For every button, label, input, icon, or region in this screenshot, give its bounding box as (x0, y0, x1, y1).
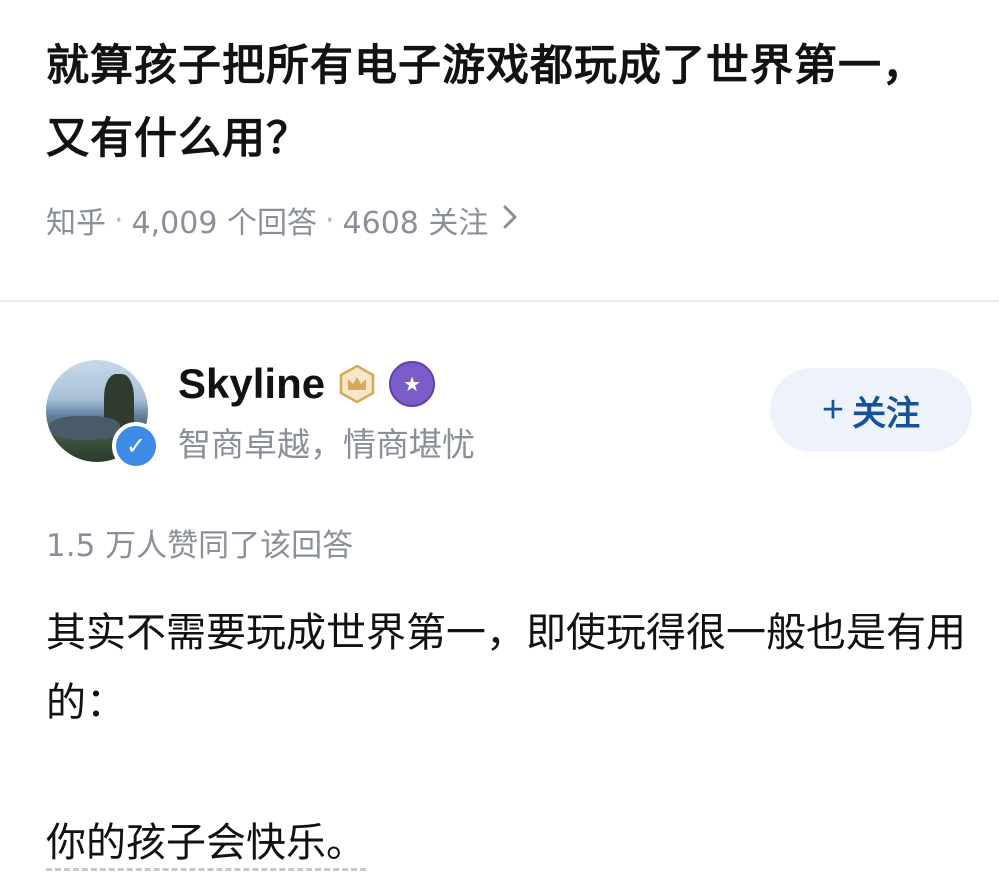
star-badge-icon[interactable]: ★ (389, 361, 436, 407)
author-row: ✓ Skyline ★ 智商卓越，情商堪忧 + 关注 (46, 360, 976, 470)
answer-content[interactable]: 其实不需要玩成世界第一，即使玩得很一般也是有用的： 你的孩子会快乐。 (46, 598, 966, 878)
verified-check-icon: ✓ (112, 422, 160, 470)
question-meta[interactable]: 知乎 · 4,009 个回答 · 4608 关注 (46, 198, 966, 242)
author-name-row: Skyline ★ (178, 360, 436, 408)
follow-label: 关注 (852, 394, 921, 433)
avatar[interactable]: ✓ (46, 360, 160, 470)
likes-count: 1.5 万人赞同了该回答 (46, 528, 354, 564)
author-bio: 智商卓越，情商堪忧 (178, 425, 475, 464)
question-header: 就算孩子把所有电子游戏都玩成了世界第一，又有什么用？ 知乎 · 4,009 个回… (46, 30, 966, 242)
answers-count: 4,009 个回答 (131, 206, 317, 241)
source-label: 知乎 (46, 206, 106, 241)
author-name[interactable]: Skyline (178, 360, 325, 408)
question-title[interactable]: 就算孩子把所有电子游戏都玩成了世界第一，又有什么用？ (46, 30, 966, 176)
meta-separator: · (324, 202, 335, 238)
chevron-right-icon (502, 203, 518, 238)
followers-count: 4608 关注 (342, 206, 489, 241)
plus-icon: + (821, 388, 845, 431)
answer-paragraph: 你的孩子会快乐。 (46, 808, 966, 878)
section-divider (0, 300, 999, 302)
crown-badge-icon[interactable] (337, 364, 377, 404)
follow-button[interactable]: + 关注 (770, 368, 972, 452)
answer-highlight-text: 你的孩子会快乐。 (46, 820, 366, 871)
answer-paragraph: 其实不需要玩成世界第一，即使玩得很一般也是有用的： (46, 610, 966, 726)
avatar-rock-shape (50, 416, 120, 440)
meta-separator: · (114, 202, 124, 238)
